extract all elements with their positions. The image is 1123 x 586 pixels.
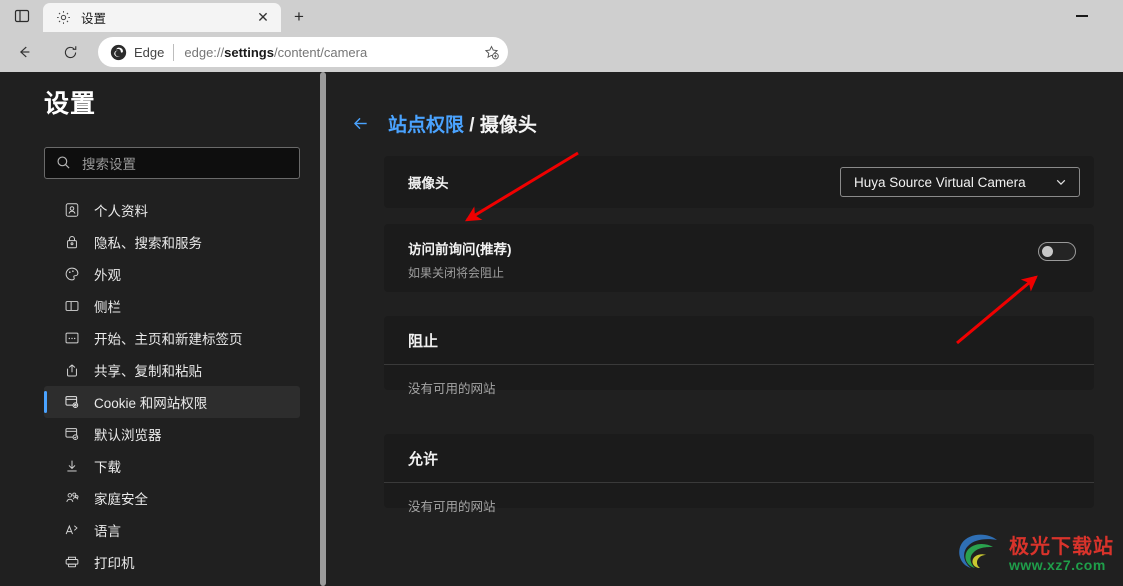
profile-icon bbox=[62, 200, 82, 220]
omnibox-divider bbox=[173, 43, 175, 61]
family-icon bbox=[62, 488, 82, 508]
minimize-button[interactable] bbox=[1075, 15, 1088, 17]
sidebar-item-languages[interactable]: 语言 bbox=[44, 514, 300, 546]
breadcrumb-separator: / bbox=[469, 115, 475, 136]
breadcrumb: 站点权限 / 摄像头 bbox=[350, 110, 537, 137]
settings-sidebar: 设置 搜索设置 个人资料 隐私、搜索和服务 外观 侧栏 开始、主页和新建标签页 … bbox=[0, 72, 326, 586]
close-icon[interactable]: ✕ bbox=[251, 6, 275, 30]
download-icon bbox=[62, 456, 82, 476]
browser-window: 设置 ✕ + Edge edge://settings/content/came… bbox=[0, 0, 1123, 586]
sidebar-item-printers[interactable]: 打印机 bbox=[44, 546, 300, 578]
url-prefix: edge:// bbox=[184, 44, 225, 60]
window-controls bbox=[1040, 0, 1123, 32]
block-section-heading: 阻止 bbox=[408, 333, 439, 350]
breadcrumb-current: 摄像头 bbox=[479, 115, 537, 136]
new-tab-button[interactable]: + bbox=[286, 5, 312, 29]
add-favorite-icon[interactable] bbox=[478, 39, 504, 65]
sidebar-item-label: 家庭安全 bbox=[94, 492, 148, 507]
gear-icon bbox=[55, 10, 71, 26]
lock-icon bbox=[62, 232, 82, 252]
allow-section: 允许 没有可用的网站 bbox=[384, 434, 1094, 514]
omnibox-url[interactable]: edge://settings/content/camera bbox=[184, 45, 478, 60]
block-section: 阻止 没有可用的网站 bbox=[384, 316, 1094, 396]
default-browser-icon bbox=[62, 424, 82, 444]
sidebar-item-sidebar[interactable]: 侧栏 bbox=[44, 290, 300, 322]
camera-device-value: Huya Source Virtual Camera bbox=[854, 174, 1026, 190]
url-bold: settings bbox=[224, 44, 274, 60]
camera-device-dropdown[interactable]: Huya Source Virtual Camera bbox=[840, 167, 1080, 197]
tab-settings[interactable]: 设置 ✕ bbox=[43, 3, 281, 32]
settings-page: 设置 搜索设置 个人资料 隐私、搜索和服务 外观 侧栏 开始、主页和新建标签页 … bbox=[0, 72, 1123, 586]
section-divider bbox=[384, 482, 1094, 483]
reload-icon[interactable] bbox=[54, 36, 86, 68]
allow-section-empty-text: 没有可用的网站 bbox=[408, 500, 496, 514]
sidebar-item-share-copy-paste[interactable]: 共享、复制和粘贴 bbox=[44, 354, 300, 386]
address-bar[interactable]: Edge edge://settings/content/camera bbox=[98, 37, 508, 67]
sidebar-item-cookies-site-permissions[interactable]: Cookie 和网站权限 bbox=[44, 386, 300, 418]
page-title: 设置 bbox=[44, 90, 97, 118]
chevron-down-icon bbox=[1055, 176, 1067, 188]
language-icon bbox=[62, 520, 82, 540]
block-section-empty-text: 没有可用的网站 bbox=[408, 382, 496, 396]
ask-before-accessing-title: 访问前询问(推荐) bbox=[408, 242, 512, 257]
ask-before-accessing-subtitle: 如果关闭将会阻止 bbox=[408, 266, 505, 280]
aurora-download-logo bbox=[959, 534, 997, 568]
omnibox-brand-label: Edge bbox=[134, 44, 165, 60]
sidebar-item-label: 下载 bbox=[94, 460, 121, 475]
sidebar-scrollbar-thumb[interactable] bbox=[320, 72, 326, 586]
toggle-knob bbox=[1042, 246, 1053, 257]
search-placeholder: 搜索设置 bbox=[82, 157, 136, 172]
edge-logo-icon bbox=[110, 44, 127, 61]
section-divider bbox=[384, 364, 1094, 365]
site-watermark: 极光下载站 www.xz7.com bbox=[953, 526, 1121, 584]
vertical-tabs-icon[interactable] bbox=[4, 3, 40, 29]
share-icon bbox=[62, 360, 82, 380]
cookie-settings-icon bbox=[62, 392, 82, 412]
allow-section-heading: 允许 bbox=[408, 451, 439, 468]
sidebar-item-label: 隐私、搜索和服务 bbox=[94, 236, 202, 251]
breadcrumb-parent-link[interactable]: 站点权限 bbox=[388, 115, 464, 136]
camera-device-row: 摄像头 Huya Source Virtual Camera bbox=[384, 156, 1094, 208]
sidebar-item-label: 个人资料 bbox=[94, 204, 148, 219]
sidebar-item-family-safety[interactable]: 家庭安全 bbox=[44, 482, 300, 514]
sidebar-item-label: 开始、主页和新建标签页 bbox=[94, 332, 243, 347]
palette-icon bbox=[62, 264, 82, 284]
sidebar-item-privacy[interactable]: 隐私、搜索和服务 bbox=[44, 226, 300, 258]
sidebar-item-default-browser[interactable]: 默认浏览器 bbox=[44, 418, 300, 450]
url-suffix: /content/camera bbox=[273, 44, 368, 60]
watermark-line-2: www.xz7.com bbox=[1009, 556, 1106, 573]
watermark-line-1: 极光下载站 bbox=[1009, 535, 1114, 558]
printer-icon bbox=[62, 552, 82, 572]
camera-row-label: 摄像头 bbox=[408, 176, 449, 191]
ask-before-accessing-toggle[interactable] bbox=[1038, 242, 1076, 261]
sidebar-item-label: 语言 bbox=[94, 524, 121, 539]
window-icon bbox=[62, 328, 82, 348]
back-arrow-icon[interactable] bbox=[8, 36, 40, 68]
ask-before-accessing-row: 访问前询问(推荐) 如果关闭将会阻止 bbox=[384, 224, 1094, 292]
sidebar-icon bbox=[62, 296, 82, 316]
sidebar-scrollbar-track[interactable] bbox=[320, 72, 326, 586]
search-icon bbox=[56, 155, 72, 171]
sidebar-item-label: 打印机 bbox=[94, 556, 135, 571]
sidebar-item-system-performance[interactable]: 系统和性能 bbox=[44, 578, 300, 586]
tab-strip: 设置 ✕ + bbox=[0, 0, 1123, 32]
search-input[interactable]: 搜索设置 bbox=[44, 147, 300, 179]
sidebar-item-label: 侧栏 bbox=[94, 300, 121, 315]
back-arrow-icon[interactable] bbox=[350, 114, 370, 134]
sidebar-item-label: 外观 bbox=[94, 268, 121, 283]
sidebar-item-start-home-newtab[interactable]: 开始、主页和新建标签页 bbox=[44, 322, 300, 354]
sidebar-item-profile[interactable]: 个人资料 bbox=[44, 194, 300, 226]
browser-toolbar: Edge edge://settings/content/camera 1.00 bbox=[0, 32, 1123, 96]
tab-title: 设置 bbox=[81, 12, 107, 26]
sidebar-item-downloads[interactable]: 下载 bbox=[44, 450, 300, 482]
sidebar-item-appearance[interactable]: 外观 bbox=[44, 258, 300, 290]
sidebar-item-label: 默认浏览器 bbox=[94, 428, 162, 443]
settings-main-content: 站点权限 / 摄像头 摄像头 Huya Source Virtual Camer… bbox=[328, 72, 1123, 586]
sidebar-nav-list: 个人资料 隐私、搜索和服务 外观 侧栏 开始、主页和新建标签页 共享、复制和粘贴… bbox=[44, 194, 300, 586]
sidebar-item-label: 共享、复制和粘贴 bbox=[94, 364, 202, 379]
sidebar-item-label: Cookie 和网站权限 bbox=[94, 396, 208, 411]
